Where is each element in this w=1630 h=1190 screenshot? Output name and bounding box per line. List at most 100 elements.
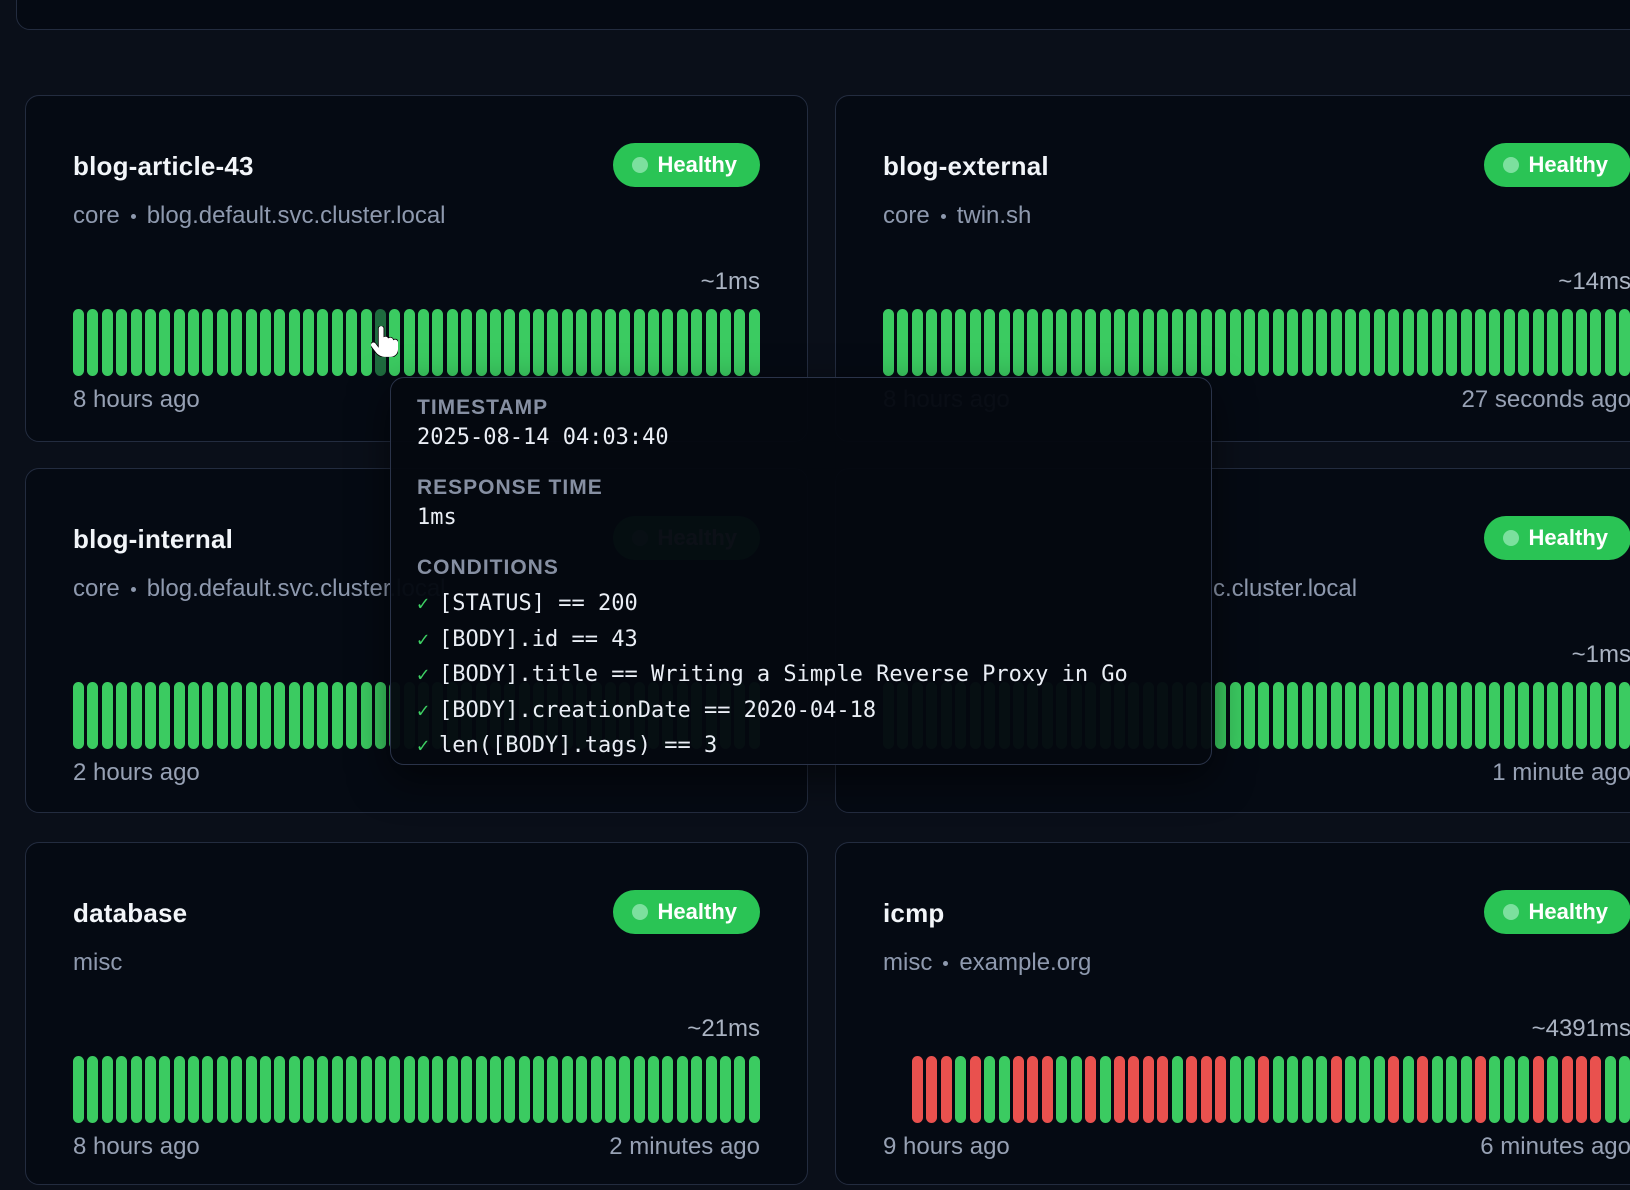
uptime-bar[interactable] xyxy=(1403,309,1414,376)
uptime-bar[interactable] xyxy=(1345,682,1356,749)
uptime-bar[interactable] xyxy=(648,309,659,376)
uptime-bar[interactable] xyxy=(418,309,429,376)
uptime-bar[interactable] xyxy=(1576,682,1587,749)
uptime-bar[interactable] xyxy=(217,1056,228,1123)
uptime-bar[interactable] xyxy=(188,309,199,376)
uptime-bar[interactable] xyxy=(159,682,170,749)
uptime-bar[interactable] xyxy=(1230,309,1241,376)
uptime-bar[interactable] xyxy=(260,682,271,749)
uptime-bar[interactable] xyxy=(734,309,745,376)
uptime-bar[interactable] xyxy=(504,309,515,376)
uptime-bar[interactable] xyxy=(1258,682,1269,749)
uptime-bar[interactable] xyxy=(432,309,443,376)
uptime-bar[interactable] xyxy=(1446,1056,1457,1123)
uptime-bar[interactable] xyxy=(389,1056,400,1123)
uptime-bar[interactable] xyxy=(1172,309,1183,376)
uptime-bar[interactable] xyxy=(1114,1056,1125,1123)
uptime-bar[interactable] xyxy=(231,309,242,376)
uptime-bar[interactable] xyxy=(1128,1056,1139,1123)
uptime-bar[interactable] xyxy=(662,1056,673,1123)
uptime-bar[interactable] xyxy=(332,682,343,749)
uptime-bar[interactable] xyxy=(897,1056,908,1123)
uptime-bar[interactable] xyxy=(605,309,616,376)
uptime-bar[interactable] xyxy=(116,682,127,749)
uptime-bar[interactable] xyxy=(145,1056,156,1123)
uptime-bar[interactable] xyxy=(1230,682,1241,749)
uptime-bar[interactable] xyxy=(145,309,156,376)
uptime-bar[interactable] xyxy=(634,309,645,376)
uptime-bar[interactable] xyxy=(1027,309,1038,376)
uptime-bar[interactable] xyxy=(912,309,923,376)
uptime-bar[interactable] xyxy=(361,1056,372,1123)
uptime-bar[interactable] xyxy=(361,682,372,749)
uptime-bar[interactable] xyxy=(1475,309,1486,376)
uptime-bar[interactable] xyxy=(73,682,84,749)
uptime-bar[interactable] xyxy=(1446,682,1457,749)
uptime-bar[interactable] xyxy=(1417,682,1428,749)
uptime-bar[interactable] xyxy=(912,1056,923,1123)
uptime-bar[interactable] xyxy=(102,309,113,376)
uptime-bar[interactable] xyxy=(274,1056,285,1123)
uptime-bar[interactable] xyxy=(970,1056,981,1123)
uptime-bar[interactable] xyxy=(533,1056,544,1123)
uptime-bar[interactable] xyxy=(1331,1056,1342,1123)
uptime-bar[interactable] xyxy=(303,682,314,749)
uptime-bar[interactable] xyxy=(375,309,386,376)
uptime-bar[interactable] xyxy=(1287,682,1298,749)
uptime-bar[interactable] xyxy=(1042,309,1053,376)
uptime-bar[interactable] xyxy=(1374,309,1385,376)
uptime-bar[interactable] xyxy=(1143,1056,1154,1123)
uptime-bar[interactable] xyxy=(1489,1056,1500,1123)
uptime-bar[interactable] xyxy=(202,309,213,376)
uptime-bar[interactable] xyxy=(1605,1056,1616,1123)
uptime-bar[interactable] xyxy=(1461,682,1472,749)
uptime-bar[interactable] xyxy=(231,1056,242,1123)
uptime-bar[interactable] xyxy=(955,1056,966,1123)
uptime-bar[interactable] xyxy=(999,1056,1010,1123)
uptime-bar[interactable] xyxy=(519,309,530,376)
uptime-bar[interactable] xyxy=(1345,309,1356,376)
uptime-bar[interactable] xyxy=(289,1056,300,1123)
uptime-bar[interactable] xyxy=(1157,1056,1168,1123)
uptime-bar[interactable] xyxy=(131,1056,142,1123)
uptime-bar[interactable] xyxy=(720,1056,731,1123)
uptime-bar[interactable] xyxy=(883,1056,894,1123)
uptime-bar[interactable] xyxy=(1345,1056,1356,1123)
uptime-bar[interactable] xyxy=(1013,1056,1024,1123)
uptime-bar[interactable] xyxy=(1100,309,1111,376)
uptime-bar[interactable] xyxy=(174,1056,185,1123)
uptime-bar[interactable] xyxy=(1388,1056,1399,1123)
uptime-bar[interactable] xyxy=(116,1056,127,1123)
uptime-bar[interactable] xyxy=(749,1056,760,1123)
uptime-bar[interactable] xyxy=(706,1056,717,1123)
uptime-bar[interactable] xyxy=(1302,682,1313,749)
uptime-bar[interactable] xyxy=(1273,1056,1284,1123)
uptime-bar[interactable] xyxy=(346,1056,357,1123)
uptime-bar[interactable] xyxy=(131,682,142,749)
uptime-bar[interactable] xyxy=(87,309,98,376)
uptime-bars[interactable] xyxy=(883,309,1630,376)
uptime-bar[interactable] xyxy=(274,309,285,376)
uptime-bar[interactable] xyxy=(955,309,966,376)
uptime-bar[interactable] xyxy=(1258,1056,1269,1123)
uptime-bar[interactable] xyxy=(1489,309,1500,376)
uptime-bar[interactable] xyxy=(1590,682,1601,749)
uptime-bar[interactable] xyxy=(547,1056,558,1123)
uptime-bar[interactable] xyxy=(1013,309,1024,376)
uptime-bar[interactable] xyxy=(691,309,702,376)
uptime-bar[interactable] xyxy=(1504,309,1515,376)
uptime-bar[interactable] xyxy=(317,1056,328,1123)
uptime-bar[interactable] xyxy=(1374,1056,1385,1123)
uptime-bar[interactable] xyxy=(706,309,717,376)
uptime-bar[interactable] xyxy=(1562,309,1573,376)
uptime-bar[interactable] xyxy=(1619,309,1630,376)
uptime-bar[interactable] xyxy=(1331,309,1342,376)
uptime-bar[interactable] xyxy=(1244,1056,1255,1123)
uptime-bar[interactable] xyxy=(1316,682,1327,749)
uptime-bar[interactable] xyxy=(1417,309,1428,376)
uptime-bar[interactable] xyxy=(1316,1056,1327,1123)
uptime-bar[interactable] xyxy=(1128,309,1139,376)
uptime-bar[interactable] xyxy=(1071,309,1082,376)
uptime-bar[interactable] xyxy=(375,1056,386,1123)
uptime-bar[interactable] xyxy=(562,1056,573,1123)
